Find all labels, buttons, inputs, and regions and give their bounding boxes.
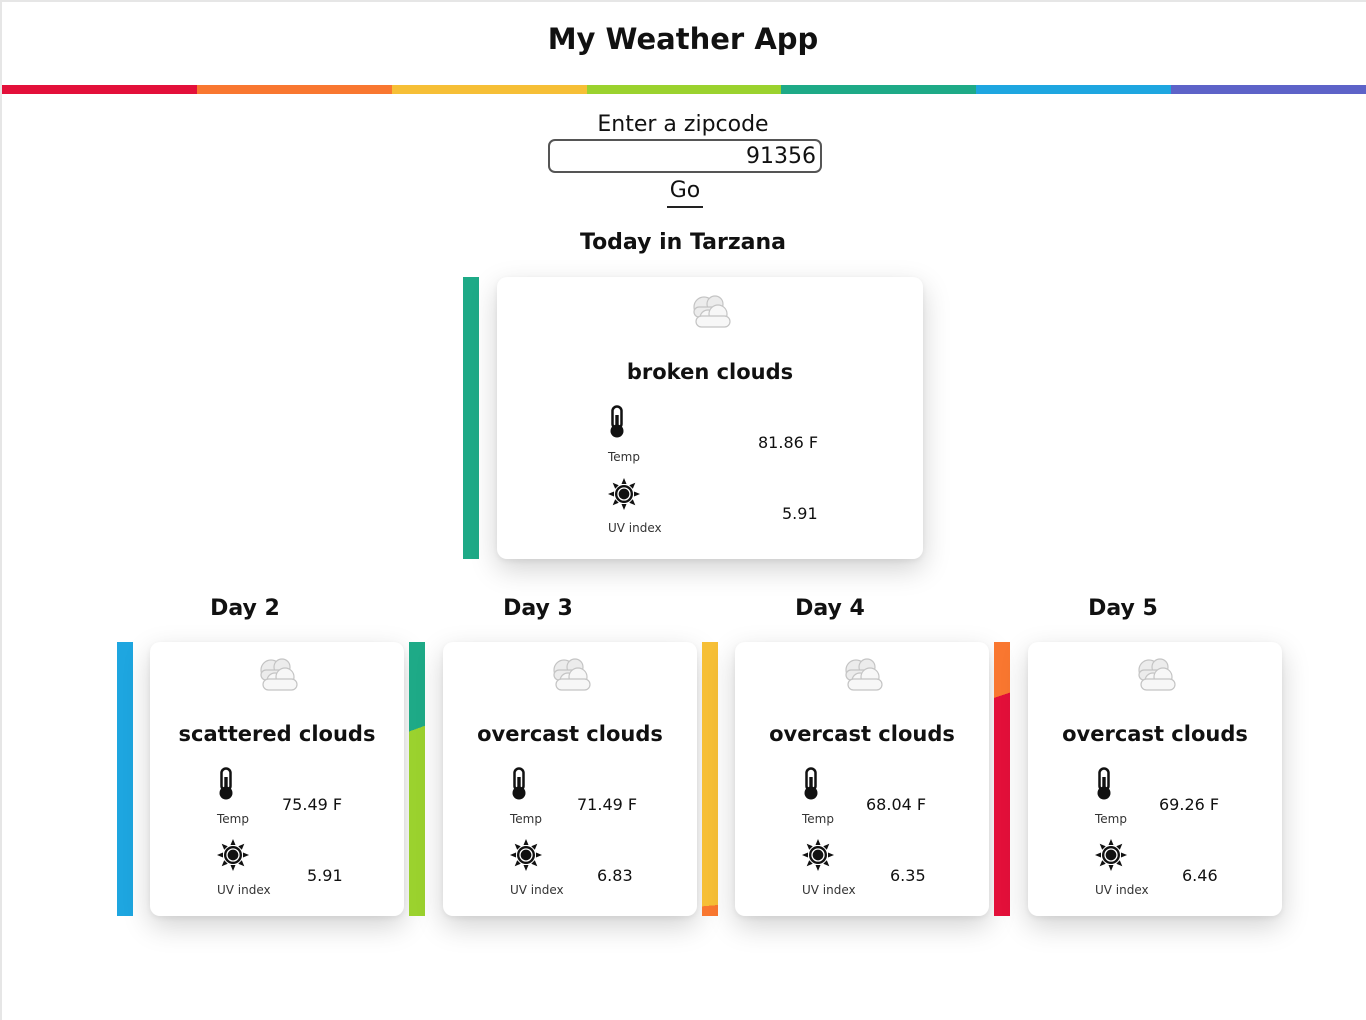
rainbow-segment-yellow: [391, 85, 587, 94]
sun-icon: [217, 839, 249, 871]
temp-value: 68.04 F: [866, 795, 927, 814]
day-3-accent-stripe: [409, 642, 425, 916]
uv-label: UV index: [802, 883, 856, 897]
cloud-icon: [553, 658, 591, 691]
day-4-heading: Day 4: [795, 596, 865, 621]
uv-value: 6.35: [890, 866, 926, 885]
weather-description: overcast clouds: [1062, 722, 1248, 746]
uv-label: UV index: [217, 883, 271, 897]
temp-value: 69.26 F: [1159, 795, 1220, 814]
rainbow-segment-blue: [976, 85, 1172, 94]
rainbow-segment-red: [2, 85, 197, 94]
thermometer-icon: [219, 767, 233, 800]
go-button[interactable]: Go: [667, 174, 703, 208]
thermometer-icon: [512, 767, 526, 800]
zipcode-label: Enter a zipcode: [597, 112, 769, 137]
thermometer-icon: [1097, 767, 1111, 800]
sun-icon: [510, 839, 542, 871]
sun-icon: [802, 839, 834, 871]
uv-label: UV index: [510, 883, 564, 897]
temp-value: 75.49 F: [282, 795, 343, 814]
temp-label: Temp: [217, 812, 249, 826]
day-3-heading: Day 3: [503, 596, 573, 621]
sun-icon: [1095, 839, 1127, 871]
cloud-icon: [1138, 658, 1176, 691]
uv-label: UV index: [1095, 883, 1149, 897]
temp-value: 71.49 F: [577, 795, 638, 814]
rainbow-segment-indigo: [1171, 85, 1366, 94]
temp-label: Temp: [1095, 812, 1127, 826]
today-weather-card: broken clouds Temp 81.86 F UV index 5.91: [497, 277, 923, 559]
day-2-weather-card: scattered clouds Temp 75.49 F UV index 5…: [150, 642, 404, 916]
today-heading: Today in Tarzana: [579, 230, 786, 255]
temp-label: Temp: [802, 812, 834, 826]
day-3-weather-card: overcast clouds Temp 71.49 F UV index 6.…: [443, 642, 697, 916]
temp-label: Temp: [608, 450, 640, 464]
day-5-accent-stripe: [994, 642, 1010, 916]
cloud-icon: [260, 658, 298, 691]
day-5-weather-card: overcast clouds Temp 69.26 F UV index 6.…: [1028, 642, 1282, 916]
rainbow-segment-green: [586, 85, 782, 94]
day-4-weather-card: overcast clouds Temp 68.04 F UV index 6.…: [735, 642, 989, 916]
temp-value: 81.86 F: [758, 433, 819, 452]
weather-description: overcast clouds: [477, 722, 663, 746]
uv-value: 6.83: [597, 866, 633, 885]
day-5-heading: Day 5: [1088, 596, 1158, 621]
weather-description: broken clouds: [626, 360, 794, 384]
rainbow-segment-orange: [196, 85, 392, 94]
rainbow-bar: [2, 85, 1366, 94]
today-accent-stripe: [463, 277, 479, 559]
app-title: My Weather App: [547, 22, 819, 56]
zipcode-input[interactable]: [548, 139, 822, 173]
weather-description: scattered clouds: [178, 722, 376, 746]
uv-value: 5.91: [782, 504, 818, 523]
uv-label: UV index: [608, 521, 662, 535]
uv-value: 6.46: [1182, 866, 1218, 885]
sun-icon: [608, 478, 640, 510]
temp-label: Temp: [510, 812, 542, 826]
thermometer-icon: [610, 405, 624, 438]
rainbow-segment-teal: [781, 85, 977, 94]
cloud-icon: [845, 658, 883, 691]
day-2-accent-stripe: [117, 642, 133, 916]
day-4-accent-stripe: [702, 642, 718, 916]
day-2-heading: Day 2: [210, 596, 280, 621]
uv-value: 5.91: [307, 866, 343, 885]
thermometer-icon: [804, 767, 818, 800]
weather-description: overcast clouds: [769, 722, 955, 746]
cloud-icon: [693, 295, 731, 328]
